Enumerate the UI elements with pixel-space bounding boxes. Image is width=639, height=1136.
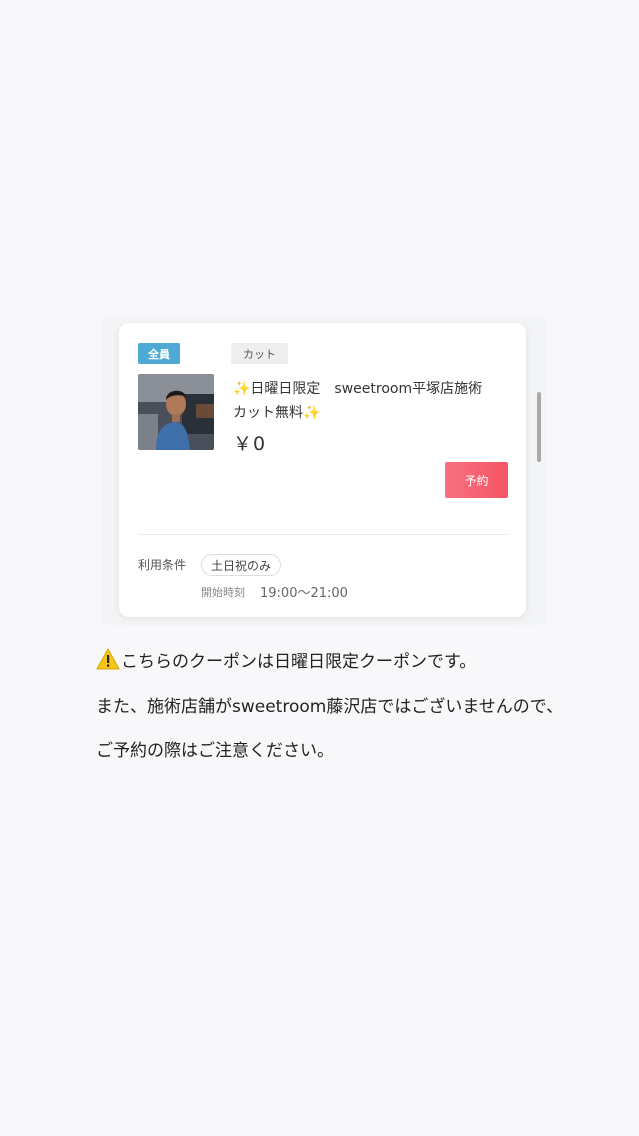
condition-tag: 土日祝のみ <box>201 554 282 576</box>
notice-line-1: こちらのクーポンは日曜日限定クーポンです。 <box>96 647 616 672</box>
page: 全員 カット ✨日曜日限定 sweetroom平塚店施術 カット無料✨ ￥0 予… <box>0 0 639 1136</box>
reserve-button[interactable]: 予約 <box>445 462 508 498</box>
start-time-label: 開始時刻 <box>201 586 245 599</box>
target-badge: 全員 <box>138 343 180 364</box>
notice-line-1-text: こちらのクーポンは日曜日限定クーポンです。 <box>121 652 477 672</box>
conditions-label: 利用条件 <box>138 558 187 572</box>
notice-line-3: ご予約の際はご注意ください。 <box>96 741 334 761</box>
scrollbar[interactable] <box>537 392 541 462</box>
coupon-price: ￥0 <box>233 433 267 455</box>
category-badge: カット <box>231 343 288 364</box>
divider <box>138 534 508 535</box>
notice-line-2: また、施術店舗がsweetroom藤沢店ではございませんので、 <box>96 697 564 717</box>
coupon-title: ✨日曜日限定 sweetroom平塚店施術 カット無料✨ <box>233 377 513 425</box>
start-time-value: 19:00〜21:00 <box>260 586 348 601</box>
coupon-title-line1: ✨日曜日限定 sweetroom平塚店施術 <box>233 381 483 397</box>
coupon-card[interactable]: 全員 カット ✨日曜日限定 sweetroom平塚店施術 カット無料✨ ￥0 予… <box>119 323 526 617</box>
coupon-thumbnail-image <box>138 374 214 450</box>
coupon-title-line2: カット無料✨ <box>233 405 321 421</box>
warning-icon <box>96 647 120 670</box>
